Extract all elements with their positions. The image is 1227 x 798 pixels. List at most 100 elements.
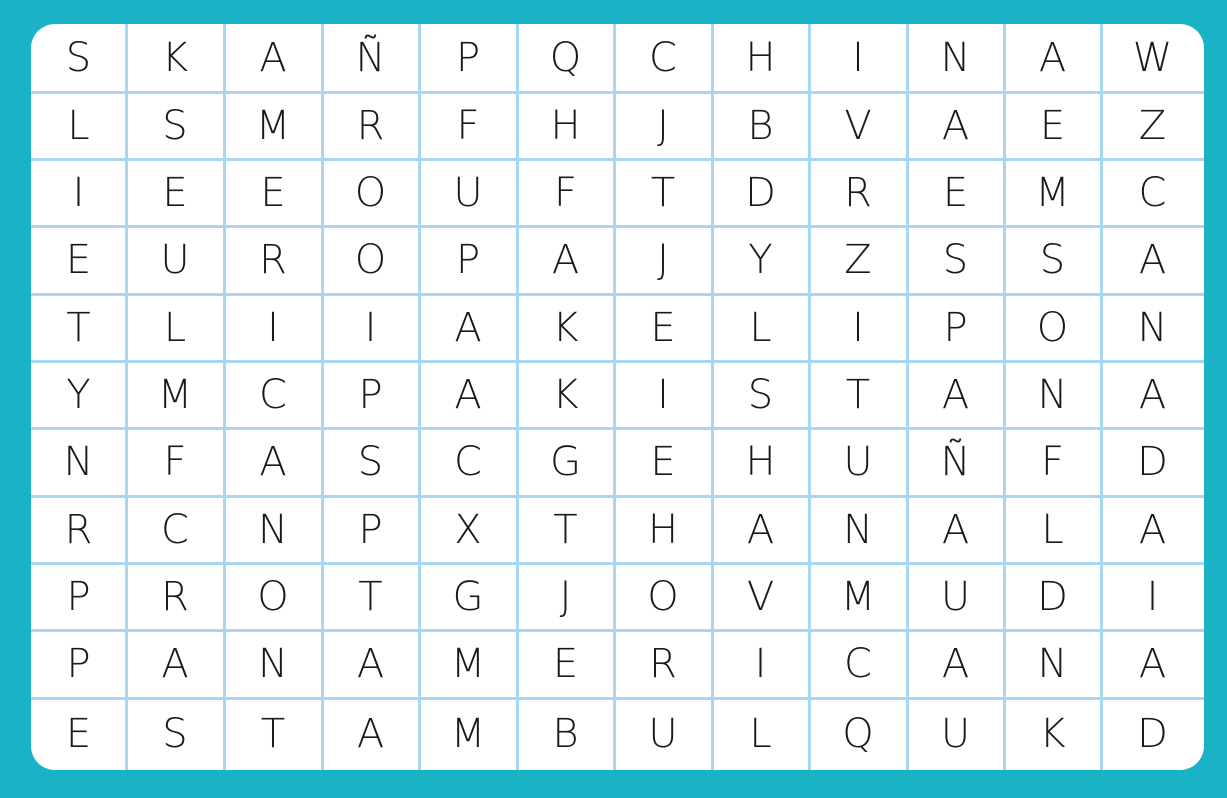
letter-cell[interactable]: T: [614, 159, 712, 226]
letter-cell[interactable]: U: [126, 226, 224, 294]
letter-cell[interactable]: T: [224, 698, 322, 770]
letter-cell[interactable]: A: [322, 630, 419, 698]
letter-cell[interactable]: R: [614, 630, 712, 698]
letter-cell[interactable]: F: [126, 428, 224, 496]
letter-cell[interactable]: R: [809, 159, 907, 226]
letter-cell[interactable]: A: [1004, 24, 1101, 92]
letter-cell[interactable]: A: [224, 24, 322, 92]
letter-cell[interactable]: A: [419, 361, 517, 428]
letter-cell[interactable]: L: [1004, 496, 1101, 563]
letter-cell[interactable]: C: [614, 24, 712, 92]
letter-cell[interactable]: I: [322, 294, 419, 361]
letter-cell[interactable]: O: [322, 226, 419, 294]
letter-cell[interactable]: A: [907, 92, 1004, 159]
letter-cell[interactable]: U: [809, 428, 907, 496]
letter-cell[interactable]: S: [1004, 226, 1101, 294]
letter-cell[interactable]: A: [907, 361, 1004, 428]
letter-cell[interactable]: T: [322, 563, 419, 630]
letter-cell[interactable]: Z: [1101, 92, 1204, 159]
letter-cell[interactable]: T: [517, 496, 614, 563]
letter-cell[interactable]: Ñ: [322, 24, 419, 92]
letter-cell[interactable]: A: [712, 496, 809, 563]
letter-cell[interactable]: S: [126, 698, 224, 770]
letter-cell[interactable]: S: [322, 428, 419, 496]
letter-cell[interactable]: J: [614, 92, 712, 159]
letter-cell[interactable]: C: [419, 428, 517, 496]
letter-cell[interactable]: D: [1101, 428, 1204, 496]
letter-cell[interactable]: F: [1004, 428, 1101, 496]
letter-cell[interactable]: I: [614, 361, 712, 428]
letter-cell[interactable]: X: [419, 496, 517, 563]
letter-cell[interactable]: E: [31, 226, 126, 294]
letter-cell[interactable]: I: [224, 294, 322, 361]
letter-cell[interactable]: M: [1004, 159, 1101, 226]
letter-cell[interactable]: T: [809, 361, 907, 428]
letter-cell[interactable]: N: [224, 496, 322, 563]
letter-cell[interactable]: C: [224, 361, 322, 428]
letter-cell[interactable]: N: [1004, 361, 1101, 428]
letter-cell[interactable]: M: [224, 92, 322, 159]
letter-cell[interactable]: D: [712, 159, 809, 226]
letter-cell[interactable]: A: [1101, 361, 1204, 428]
letter-cell[interactable]: E: [614, 294, 712, 361]
letter-cell[interactable]: J: [517, 563, 614, 630]
letter-cell[interactable]: V: [712, 563, 809, 630]
letter-cell[interactable]: E: [1004, 92, 1101, 159]
letter-cell[interactable]: Y: [31, 361, 126, 428]
letter-cell[interactable]: A: [322, 698, 419, 770]
letter-cell[interactable]: A: [1101, 630, 1204, 698]
letter-cell[interactable]: P: [419, 24, 517, 92]
letter-cell[interactable]: K: [1004, 698, 1101, 770]
letter-cell[interactable]: W: [1101, 24, 1204, 92]
letter-cell[interactable]: S: [126, 92, 224, 159]
letter-cell[interactable]: K: [126, 24, 224, 92]
letter-cell[interactable]: P: [322, 496, 419, 563]
letter-cell[interactable]: D: [1101, 698, 1204, 770]
letter-cell[interactable]: C: [809, 630, 907, 698]
letter-cell[interactable]: G: [517, 428, 614, 496]
letter-cell[interactable]: D: [1004, 563, 1101, 630]
letter-cell[interactable]: S: [712, 361, 809, 428]
letter-cell[interactable]: R: [224, 226, 322, 294]
letter-cell[interactable]: H: [712, 428, 809, 496]
letter-cell[interactable]: E: [224, 159, 322, 226]
letter-cell[interactable]: N: [1101, 294, 1204, 361]
letter-cell[interactable]: M: [419, 630, 517, 698]
letter-cell[interactable]: O: [322, 159, 419, 226]
letter-cell[interactable]: L: [126, 294, 224, 361]
letter-cell[interactable]: U: [907, 698, 1004, 770]
letter-cell[interactable]: N: [1004, 630, 1101, 698]
letter-cell[interactable]: Y: [712, 226, 809, 294]
letter-cell[interactable]: O: [614, 563, 712, 630]
letter-cell[interactable]: Z: [809, 226, 907, 294]
letter-cell[interactable]: A: [419, 294, 517, 361]
letter-cell[interactable]: P: [322, 361, 419, 428]
letter-cell[interactable]: K: [517, 294, 614, 361]
letter-cell[interactable]: G: [419, 563, 517, 630]
letter-cell[interactable]: P: [907, 294, 1004, 361]
letter-cell[interactable]: I: [809, 24, 907, 92]
letter-cell[interactable]: I: [712, 630, 809, 698]
letter-cell[interactable]: N: [907, 24, 1004, 92]
letter-cell[interactable]: P: [31, 630, 126, 698]
letter-cell[interactable]: M: [809, 563, 907, 630]
letter-cell[interactable]: H: [517, 92, 614, 159]
letter-cell[interactable]: I: [1101, 563, 1204, 630]
letter-cell[interactable]: A: [1101, 226, 1204, 294]
letter-cell[interactable]: R: [126, 563, 224, 630]
letter-cell[interactable]: F: [517, 159, 614, 226]
letter-cell[interactable]: L: [712, 698, 809, 770]
letter-cell[interactable]: V: [809, 92, 907, 159]
letter-cell[interactable]: H: [712, 24, 809, 92]
letter-cell[interactable]: E: [614, 428, 712, 496]
letter-cell[interactable]: M: [126, 361, 224, 428]
letter-cell[interactable]: M: [419, 698, 517, 770]
letter-cell[interactable]: A: [907, 630, 1004, 698]
letter-cell[interactable]: H: [614, 496, 712, 563]
letter-cell[interactable]: R: [322, 92, 419, 159]
letter-cell[interactable]: C: [126, 496, 224, 563]
letter-cell[interactable]: T: [31, 294, 126, 361]
letter-cell[interactable]: I: [31, 159, 126, 226]
letter-cell[interactable]: A: [907, 496, 1004, 563]
letter-cell[interactable]: A: [517, 226, 614, 294]
